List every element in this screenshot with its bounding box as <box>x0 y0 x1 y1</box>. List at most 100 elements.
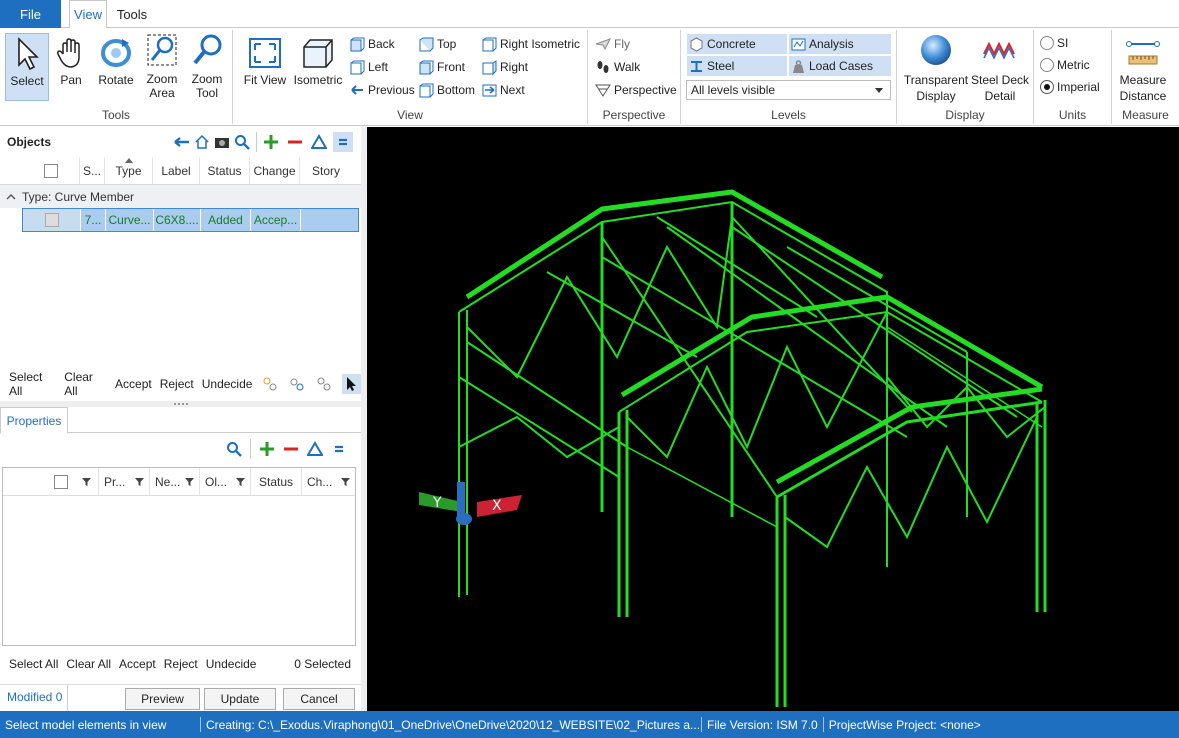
remove-icon[interactable] <box>281 439 301 459</box>
fly-button[interactable]: Fly <box>595 34 630 54</box>
add-icon[interactable] <box>257 439 277 459</box>
column-header-label[interactable]: Label <box>153 157 200 184</box>
rotate-button[interactable]: Rotate <box>94 36 138 88</box>
file-tab[interactable]: File <box>0 0 61 28</box>
column-header-s[interactable]: S... <box>80 157 105 184</box>
preview-button[interactable]: Preview <box>125 688 200 710</box>
filter-find-icon[interactable] <box>288 374 307 394</box>
perspective-button[interactable]: Perspective <box>595 80 677 100</box>
column-header-property[interactable]: Pr... <box>99 468 150 495</box>
camera-icon[interactable] <box>212 132 232 152</box>
table-row[interactable]: 7... Curve... C6X8.... Added Accep... <box>22 208 359 232</box>
undecide-button[interactable]: Undecide <box>202 377 253 391</box>
column-header-change-label: Ch... <box>307 474 333 489</box>
selected-count: 0 Selected <box>294 657 351 671</box>
select-button-label: Select <box>10 74 44 88</box>
levels-dropdown[interactable]: All levels visible <box>686 80 891 100</box>
tab-view[interactable]: View <box>69 0 107 29</box>
filter-clear-icon[interactable] <box>315 374 334 394</box>
cube-left-icon <box>350 60 365 74</box>
fit-view-button[interactable]: Fit View <box>242 36 288 88</box>
column-header-type[interactable]: Type <box>105 157 153 184</box>
reject-button[interactable]: Reject <box>164 657 198 671</box>
steel-toggle[interactable]: Steel <box>687 56 787 76</box>
cell-type: Curve... <box>106 209 154 231</box>
back-arrow-icon[interactable] <box>172 132 192 152</box>
perspective-label: Perspective <box>614 83 677 97</box>
delta-icon[interactable] <box>309 132 329 152</box>
group-row[interactable]: Type: Curve Member <box>0 185 361 208</box>
view-back-button[interactable]: Back <box>350 34 395 54</box>
column-header-status[interactable]: Status <box>200 157 250 184</box>
header-checkbox[interactable] <box>22 157 80 184</box>
select-button[interactable]: Select <box>5 33 49 101</box>
filter-funnel-icon[interactable] <box>135 477 144 486</box>
walk-button[interactable]: Walk <box>595 57 640 77</box>
rotate-icon <box>101 39 131 67</box>
add-icon[interactable] <box>261 132 281 152</box>
zoom-area-button[interactable]: Zoom Area <box>140 33 184 101</box>
isometric-button[interactable]: Isometric <box>292 36 344 88</box>
accept-button[interactable]: Accept <box>119 657 156 671</box>
pan-button[interactable]: Pan <box>52 36 90 88</box>
delta-icon[interactable] <box>305 439 325 459</box>
view-left-button[interactable]: Left <box>350 57 388 77</box>
cube-right-isometric-icon <box>482 37 497 51</box>
view-right-button[interactable]: Right <box>482 57 528 77</box>
tab-tools[interactable]: Tools <box>110 0 154 29</box>
clear-all-button[interactable]: Clear All <box>64 370 107 398</box>
update-button[interactable]: Update <box>204 688 276 710</box>
equals-icon[interactable] <box>333 132 353 152</box>
view-top-button[interactable]: Top <box>419 34 456 54</box>
load-cases-toggle[interactable]: Load Cases <box>789 56 891 76</box>
header-checkbox[interactable] <box>48 468 74 495</box>
accept-button[interactable]: Accept <box>115 377 152 391</box>
select-all-button[interactable]: Select All <box>9 370 56 398</box>
steel-frame-model[interactable]: Y X <box>367 127 1179 711</box>
cell-status: Added <box>201 209 251 231</box>
steel-deck-detail-label-1: Steel Deck <box>970 73 1030 87</box>
view-previous-button[interactable]: Previous <box>350 80 415 100</box>
tab-properties[interactable]: Properties <box>0 407 68 434</box>
pointer-icon[interactable] <box>341 374 361 394</box>
column-header-status[interactable]: Status <box>251 468 302 495</box>
sort-up-icon <box>125 158 133 163</box>
filter-funnel-icon[interactable] <box>185 477 194 486</box>
zoom-tool-button[interactable]: Zoom Tool <box>186 33 228 101</box>
svg-text:X: X <box>492 498 502 514</box>
search-icon[interactable] <box>224 439 244 459</box>
cancel-button[interactable]: Cancel <box>283 688 355 710</box>
column-header-change[interactable]: Ch... <box>302 468 355 495</box>
filter-funnel-icon[interactable] <box>341 477 350 486</box>
concrete-toggle[interactable]: Concrete <box>687 34 787 54</box>
transparent-display-button[interactable]: Transparent Display <box>902 32 970 104</box>
units-metric-radio[interactable]: Metric <box>1040 55 1090 75</box>
remove-icon[interactable] <box>285 132 305 152</box>
steel-deck-detail-button[interactable]: Steel Deck Detail <box>970 32 1030 104</box>
column-header-old[interactable]: Ol... <box>200 468 251 495</box>
column-header-change[interactable]: Change <box>250 157 300 184</box>
column-header-story[interactable]: Story <box>300 157 352 184</box>
analysis-toggle[interactable]: Analysis <box>789 34 891 54</box>
view-bottom-button[interactable]: Bottom <box>419 80 475 100</box>
3d-viewport[interactable]: Y X <box>367 127 1179 711</box>
view-right-isometric-button[interactable]: Right Isometric <box>482 34 580 54</box>
select-all-button[interactable]: Select All <box>9 657 58 671</box>
column-header-new[interactable]: Ne... <box>150 468 200 495</box>
filter-funnel-icon[interactable] <box>236 477 245 486</box>
search-icon[interactable] <box>232 132 252 152</box>
view-next-button[interactable]: Next <box>482 80 525 100</box>
undecide-button[interactable]: Undecide <box>206 657 257 671</box>
units-imperial-radio[interactable]: Imperial <box>1040 77 1100 97</box>
row-checkbox[interactable] <box>23 209 81 231</box>
measure-distance-button[interactable]: Measure Distance <box>1114 34 1172 104</box>
reject-button[interactable]: Reject <box>160 377 194 391</box>
home-icon[interactable] <box>192 132 212 152</box>
clear-all-button[interactable]: Clear All <box>66 657 111 671</box>
filter-funnel-icon[interactable] <box>74 468 99 495</box>
filter-sparkle-icon[interactable] <box>260 374 279 394</box>
group-label-display: Display <box>945 108 985 122</box>
equals-icon[interactable] <box>329 439 349 459</box>
units-si-radio[interactable]: SI <box>1040 33 1068 53</box>
view-front-button[interactable]: Front <box>419 57 465 77</box>
